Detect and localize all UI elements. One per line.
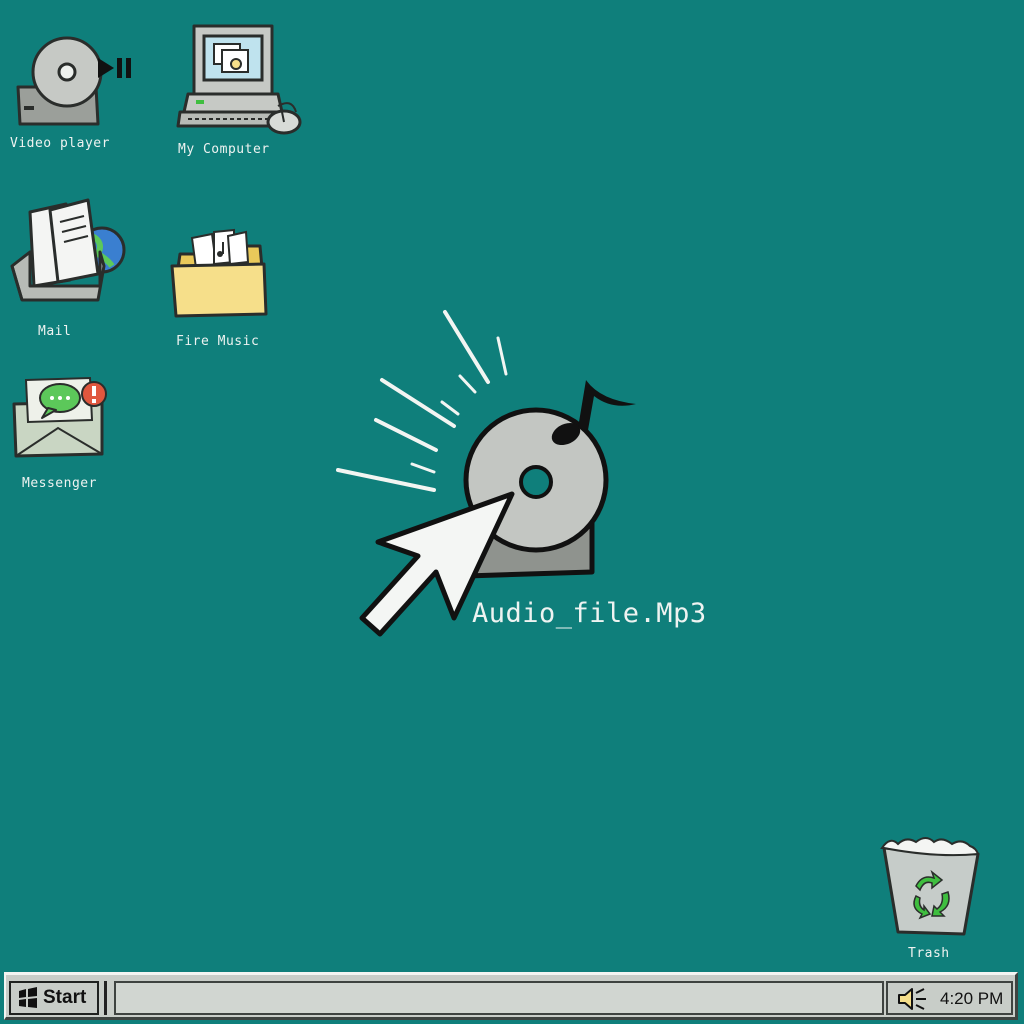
trash-label: Trash — [908, 946, 950, 961]
taskbar-window-area[interactable] — [114, 981, 884, 1015]
computer-icon — [176, 24, 302, 135]
video-player-label: Video player — [10, 136, 110, 151]
recycle-bin-icon — [880, 837, 980, 936]
messenger-icon — [12, 376, 107, 458]
windows-logo-icon — [19, 987, 37, 1008]
my-computer-shortcut[interactable]: My Computer — [174, 22, 304, 162]
fire-music-folder[interactable]: Fire Music — [168, 226, 278, 356]
mail-shortcut[interactable]: Mail — [8, 196, 128, 346]
my-computer-label: My Computer — [178, 142, 270, 157]
folder-icon — [170, 228, 268, 318]
taskbar: Start 4:20 PM — [4, 972, 1018, 1020]
fire-music-label: Fire Music — [176, 334, 260, 349]
messenger-shortcut[interactable]: Messenger — [10, 374, 130, 499]
start-button[interactable]: Start — [9, 981, 99, 1015]
mail-label: Mail — [38, 324, 72, 339]
audio-file-icon-group[interactable] — [330, 300, 660, 640]
taskbar-separator — [104, 981, 107, 1015]
disc-player-icon — [16, 36, 131, 126]
system-tray: 4:20 PM — [886, 981, 1013, 1015]
clock[interactable]: 4:20 PM — [940, 989, 1003, 1009]
desktop: Video player My Computer Mail Fire Music… — [0, 0, 1024, 1024]
speaker-icon[interactable] — [896, 985, 932, 1013]
video-player-shortcut[interactable]: Video player — [10, 32, 140, 157]
mail-icon — [10, 198, 126, 302]
audio-file-label: Audio_file.Mp3 — [472, 598, 707, 629]
audio-disc-icon — [336, 310, 636, 637]
start-label: Start — [43, 987, 87, 1008]
messenger-label: Messenger — [22, 476, 97, 491]
trash-shortcut[interactable]: Trash — [876, 836, 986, 966]
